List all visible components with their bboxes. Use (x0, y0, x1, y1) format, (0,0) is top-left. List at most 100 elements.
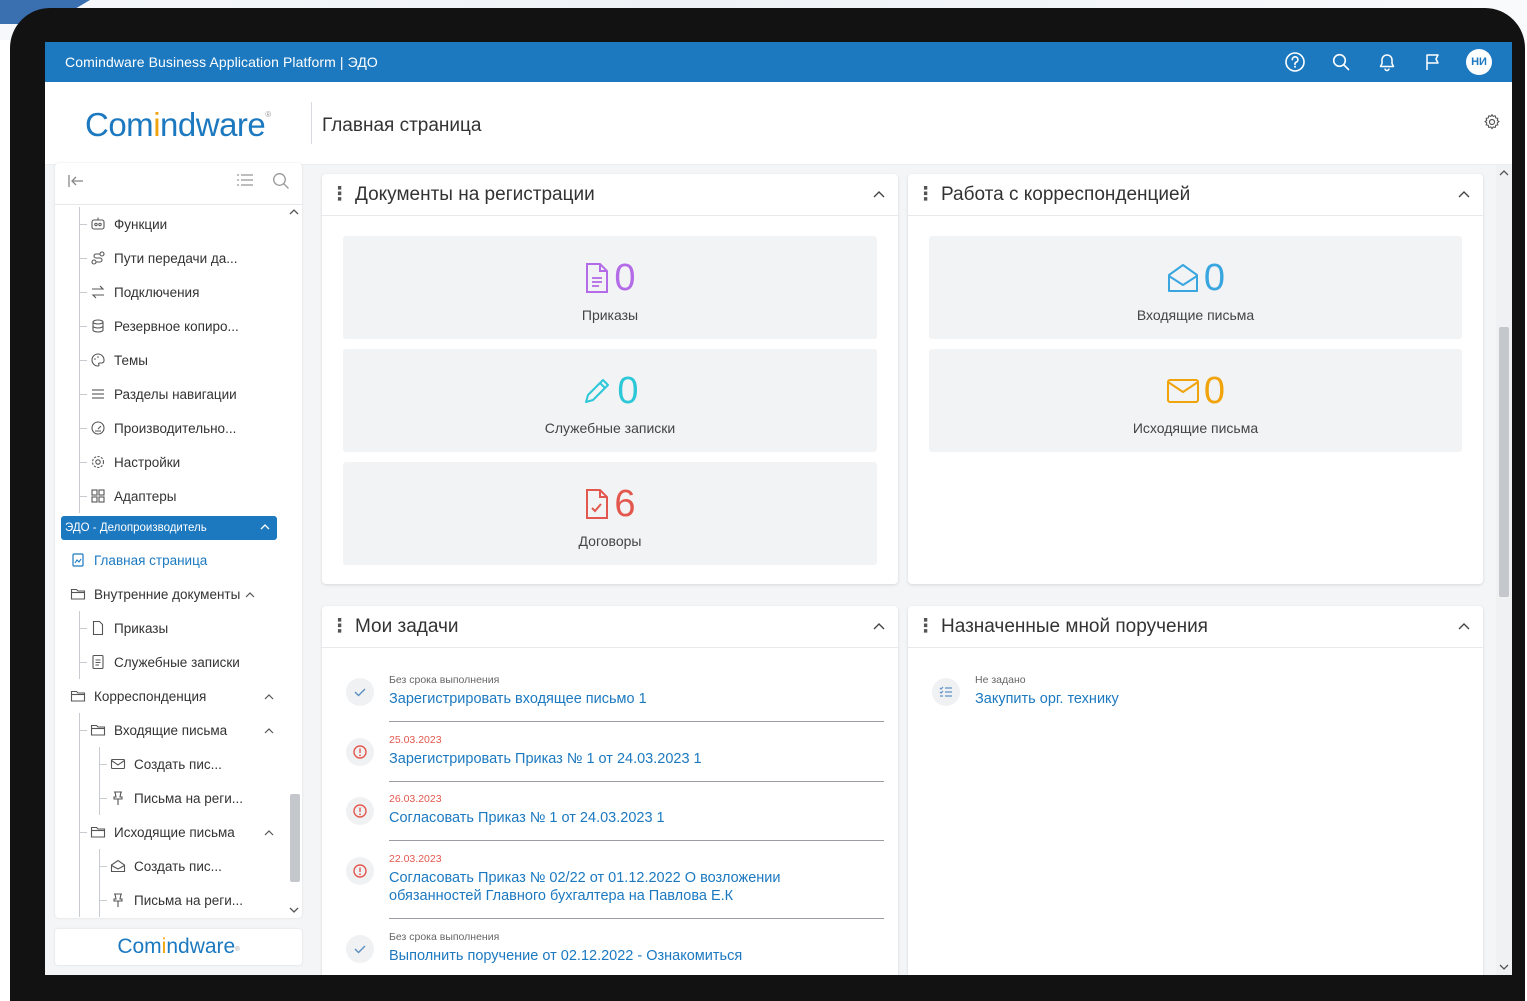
task-item[interactable]: Без срока выполнения Выполнить поручение… (346, 925, 884, 975)
task-item[interactable]: 22.03.2023 Согласовать Приказ № 02/22 от… (346, 847, 884, 919)
sidebar-item-label: Служебные записки (114, 654, 240, 670)
sidebar-item-label: Письма на реги... (134, 892, 244, 908)
open-envelope-icon (109, 857, 127, 875)
sidebar-item-performance[interactable]: Производительно... (55, 411, 287, 445)
chevron-up-icon[interactable] (263, 825, 275, 840)
counter-label: Приказы (581, 307, 639, 323)
sidebar-item-internal-docs[interactable]: Внутренние документы (55, 577, 287, 611)
task-item[interactable]: Без срока выполнения Зарегистрировать вх… (346, 668, 884, 722)
sidebar-item-settings[interactable]: Настройки (55, 445, 287, 479)
sidebar-item-create-outgoing[interactable]: Создать пис... (55, 849, 287, 883)
counter-orders[interactable]: 0 Приказы (343, 236, 877, 339)
tree-tick (99, 764, 107, 765)
counter-label: Служебные записки (544, 420, 676, 436)
sidebar-item-label: Производительно... (114, 420, 237, 436)
task-link[interactable]: Согласовать Приказ № 02/22 от 01.12.2022… (389, 869, 869, 905)
drag-handle-icon[interactable]: ⋮ (330, 184, 349, 205)
registered-mark: ® (235, 947, 240, 953)
logo-text-part: ndware (166, 935, 236, 958)
sidebar-scrollbar[interactable] (288, 207, 300, 915)
pencil-icon (585, 379, 610, 403)
tree-tick (79, 730, 87, 731)
tree-tick (79, 326, 87, 327)
main-scrollbar[interactable] (1496, 165, 1512, 975)
sidebar-item-label: Приказы (114, 620, 169, 636)
sidebar-item-outgoing-registration[interactable]: Письма на реги... (55, 883, 287, 917)
chevron-up-icon[interactable] (244, 587, 256, 602)
alert-icon (346, 857, 374, 885)
folder-icon (69, 585, 87, 603)
internal-docs-children: Приказы Служебные записки (55, 611, 287, 679)
main-scroll-thumb[interactable] (1499, 327, 1509, 597)
collapse-sidebar-icon[interactable] (67, 174, 85, 193)
page-title: Главная страница (322, 115, 482, 136)
counter-incoming[interactable]: 0 Входящие письма (929, 236, 1462, 339)
assignment-link[interactable]: Закупить орг. технику (975, 690, 1455, 708)
task-item[interactable]: 26.03.2023 Согласовать Приказ № 1 от 24.… (346, 787, 884, 841)
widget-header: ⋮ Работа с корреспонденцией (908, 174, 1483, 216)
counter-outgoing[interactable]: 0 Исходящие письма (929, 349, 1462, 452)
sidebar-item-correspondence[interactable]: Корреспонденция (55, 679, 287, 713)
task-deadline: Без срока выполнения (389, 674, 500, 686)
sidebar-item-connections[interactable]: Подключения (55, 275, 287, 309)
counter-value: 6 (614, 483, 636, 525)
widget-registration: ⋮ Документы на регистрации 0 Приказы 0 Сл… (322, 174, 898, 584)
drag-handle-icon[interactable]: ⋮ (916, 184, 935, 205)
list-view-icon[interactable] (236, 172, 254, 195)
bell-icon[interactable] (1374, 49, 1400, 75)
tree-tick (79, 292, 87, 293)
sidebar-item-data-paths[interactable]: Пути передачи да... (55, 241, 287, 275)
registered-mark: ® (265, 110, 271, 119)
task-separator (389, 721, 884, 722)
sidebar-item-create-incoming[interactable]: Создать пис... (55, 747, 287, 781)
sidebar-item-functions[interactable]: Функции (55, 207, 287, 241)
sidebar-item-outgoing[interactable]: Исходящие письма (55, 815, 287, 849)
user-avatar[interactable]: НИ (1466, 49, 1492, 75)
chevron-up-icon[interactable] (1457, 618, 1471, 636)
widget-title: ⋮ Работа с корреспонденцией (916, 183, 1190, 206)
sidebar-tools-right (236, 172, 290, 195)
sidebar-item-label: Разделы навигации (114, 386, 237, 402)
sidebar-item-label: Главная страница (94, 552, 208, 568)
flag-icon[interactable] (1420, 49, 1446, 75)
chevron-up-icon[interactable] (872, 186, 886, 204)
comindware-logo[interactable]: Comindware® (85, 106, 271, 144)
chevron-up-icon[interactable] (259, 522, 271, 534)
drag-handle-icon[interactable]: ⋮ (330, 616, 349, 637)
sidebar-item-themes[interactable]: Темы (55, 343, 287, 377)
assignment-item[interactable]: Не задано Закупить орг. технику (932, 668, 1452, 722)
sidebar-item-home[interactable]: Главная страница (61, 543, 277, 577)
sidebar-item-adapters[interactable]: Адаптеры (55, 479, 287, 513)
task-link[interactable]: Выполнить поручение от 02.12.2022 - Озна… (389, 947, 869, 965)
chevron-up-icon[interactable] (872, 618, 886, 636)
chevron-up-icon[interactable] (263, 689, 275, 704)
sidebar-item-incoming[interactable]: Входящие письма (55, 713, 287, 747)
drag-handle-icon[interactable]: ⋮ (916, 616, 935, 637)
sidebar-search-icon[interactable] (272, 172, 290, 195)
checklist-icon (932, 678, 960, 706)
task-link[interactable]: Зарегистрировать Приказ № 1 от 24.03.202… (389, 750, 869, 768)
widget-header: ⋮ Документы на регистрации (322, 174, 898, 216)
task-link[interactable]: Согласовать Приказ № 1 от 24.03.2023 1 (389, 809, 869, 827)
counter-contracts[interactable]: 6 Договоры (343, 462, 877, 565)
sidebar-scroll-thumb[interactable] (290, 794, 300, 882)
search-icon[interactable] (1328, 49, 1354, 75)
sidebar-item-backup[interactable]: Резервное копиро... (55, 309, 287, 343)
sidebar-item-label: Письма на реги... (134, 790, 244, 806)
tree-tick (99, 798, 107, 799)
chevron-up-icon[interactable] (263, 723, 275, 738)
counter-memos[interactable]: 0 Служебные записки (343, 349, 877, 452)
chevron-up-icon[interactable] (1457, 186, 1471, 204)
task-item[interactable]: 25.03.2023 Зарегистрировать Приказ № 1 о… (346, 728, 884, 782)
sidebar-item-incoming-registration[interactable]: Письма на реги... (55, 781, 287, 815)
sidebar-item-nav-sections[interactable]: Разделы навигации (55, 377, 287, 411)
widget-title-text: Назначенные мной поручения (941, 616, 1208, 637)
help-icon[interactable] (1282, 49, 1308, 75)
section-edo-clerk[interactable]: ЭДО - Делопроизводитель (61, 516, 277, 540)
task-link[interactable]: Зарегистрировать входящее письмо 1 (389, 690, 869, 708)
sidebar-item-memos[interactable]: Служебные записки (55, 645, 287, 679)
page-settings-button[interactable] (1480, 110, 1504, 134)
sidebar-item-label: Внутренние документы (94, 586, 241, 602)
document-icon (586, 263, 609, 293)
sidebar-item-orders[interactable]: Приказы (55, 611, 287, 645)
